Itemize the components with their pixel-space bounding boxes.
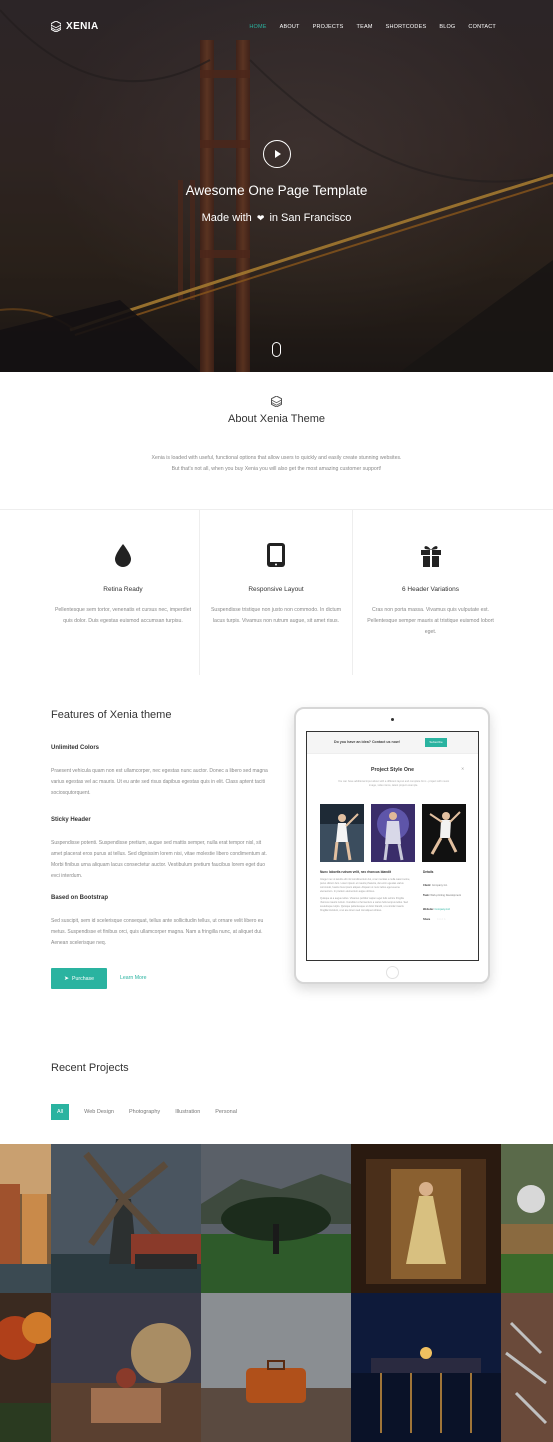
project-tile-kitten[interactable] <box>501 1144 553 1293</box>
nav-home[interactable]: HOME <box>249 24 266 30</box>
send-icon: ➤ <box>64 976 70 982</box>
brand-name: XENIA <box>66 21 99 32</box>
feature-title: 6 Header Variations <box>402 586 459 593</box>
tablet-icon <box>267 543 285 567</box>
tablet-photo-tennis <box>320 804 364 862</box>
project-tile-fashion[interactable] <box>351 1144 501 1293</box>
project-tile-windmill[interactable] <box>51 1144 201 1293</box>
feature-item-text: Sed suscipit, sem id scelerisque consequ… <box>51 918 264 946</box>
share-label: Share <box>423 918 431 921</box>
tablet-project-sub: You can have additional input about with… <box>337 780 450 787</box>
gift-icon <box>420 546 441 567</box>
feature-item-text: Praesent vehicula quam non est ullamcorp… <box>51 768 268 796</box>
project-filters: All Web Design Photography Illustration … <box>51 1104 237 1120</box>
tablet-bar-text: Do you have an idea? Contact us now! <box>334 740 400 744</box>
filter-web-design[interactable]: Web Design <box>84 1109 114 1115</box>
tablet-mockup: Do you have an idea? Contact us now! Sub… <box>294 707 490 984</box>
hero-section: XENIA HOME ABOUT PROJECTS TEAM SHORTCODE… <box>0 0 553 372</box>
tablet-bar-button: Subscribe <box>425 738 447 747</box>
hero-title: Awesome One Page Template <box>185 183 368 198</box>
about-line-2: But that's not all, when you buy Xenia y… <box>171 466 382 472</box>
feature-title: Retina Ready <box>103 586 143 593</box>
scroll-down-icon[interactable] <box>272 342 281 357</box>
tablet-share: Share ○ ○ ○ ○ <box>423 918 445 921</box>
brand-logo[interactable]: XENIA <box>51 21 99 32</box>
heart-icon: ❤ <box>256 213 265 223</box>
feature-retina: Retina Ready Pellentesque sem tortor, ve… <box>47 510 200 675</box>
feature-item-title: Unlimited Colors <box>51 745 100 751</box>
hero-subtitle-after: in San Francisco <box>269 212 352 224</box>
detail-label: Client: <box>423 884 432 887</box>
hero-subtitle: Made with ❤ in San Francisco <box>0 212 553 224</box>
tablet-photo-jump <box>422 804 466 862</box>
nav-team[interactable]: TEAM <box>357 24 373 30</box>
filter-illustration[interactable]: Illustration <box>175 1109 200 1115</box>
nav-projects[interactable]: PROJECTS <box>313 24 344 30</box>
main-menu: HOME ABOUT PROJECTS TEAM SHORTCODES BLOG… <box>249 24 496 30</box>
about-line-1: Xenia is loaded with useful, functional … <box>151 455 402 461</box>
nav-shortcodes[interactable]: SHORTCODES <box>386 24 427 30</box>
tablet-desc-2: Quisque at a augue tellus. Vivamus portt… <box>320 897 408 912</box>
detail-label: Task: <box>423 894 430 897</box>
project-tile-suitcase[interactable] <box>201 1293 351 1442</box>
social-icons: ○ ○ ○ ○ <box>436 918 446 921</box>
hero-subtitle-before: Made with <box>201 212 252 224</box>
tablet-detail-client: Client: Company Inc. <box>423 884 448 887</box>
project-tile-canal[interactable] <box>0 1144 51 1293</box>
projects-grid <box>0 1144 553 1442</box>
tablet-photo-dancer <box>371 804 415 862</box>
tablet-project-title: Project Style One <box>371 767 414 773</box>
project-tile-pier[interactable] <box>351 1293 501 1442</box>
tablet-screen: Do you have an idea? Contact us now! Sub… <box>306 731 479 961</box>
feature-title: Responsive Layout <box>248 586 304 593</box>
project-tile-clips[interactable] <box>501 1293 553 1442</box>
purchase-button[interactable]: ➤ Purchase <box>51 968 107 989</box>
filter-photography[interactable]: Photography <box>129 1109 160 1115</box>
filter-personal[interactable]: Personal <box>215 1109 237 1115</box>
feature-item-text: Suspendisse potenti. Suspendisse pretium… <box>51 840 267 879</box>
logo-icon <box>51 21 61 32</box>
feature-item-title: Based on Bootstrap <box>51 895 109 901</box>
tablet-camera <box>391 718 394 721</box>
tablet-details-title: Details <box>423 870 434 874</box>
feature-item-title: Sticky Header <box>51 817 91 823</box>
detail-value: Company.Ltd <box>434 908 450 911</box>
learn-more-link[interactable]: Learn More <box>120 975 147 981</box>
close-icon: ✕ <box>461 766 465 771</box>
play-video-button[interactable] <box>263 140 291 168</box>
tablet-project-name: Nunc lobortis rutrum velit, nec rhoncus … <box>320 870 392 874</box>
feature-responsive: Responsive Layout Suspendisse tristique … <box>200 510 353 675</box>
feature-text: Pellentesque sem tortor, venenatis et cu… <box>54 607 192 624</box>
feature-text: Suspendisse tristique non justo non comm… <box>210 607 342 624</box>
filter-all[interactable]: All <box>51 1104 70 1120</box>
tablet-detail-task: Task: Web-printing Development <box>423 894 471 897</box>
tablet-home-button <box>386 966 399 979</box>
detail-value: Company Inc. <box>431 884 448 887</box>
tablet-contact-bar: Do you have an idea? Contact us now! Sub… <box>307 732 478 754</box>
xenia-cube-icon <box>271 396 282 407</box>
features-title: Features of Xenia theme <box>51 709 172 721</box>
navbar: XENIA HOME ABOUT PROJECTS TEAM SHORTCODE… <box>0 0 553 56</box>
nav-blog[interactable]: BLOG <box>439 24 455 30</box>
drop-icon <box>115 544 131 567</box>
about-title: About Xenia Theme <box>227 413 326 425</box>
project-tile-books[interactable] <box>51 1293 201 1442</box>
tablet-desc-1: Integer nec ut iaculis elit nisl condime… <box>320 878 411 893</box>
tablet-detail-website: Website: Company.Ltd <box>423 908 450 911</box>
detail-value: Web-printing Development <box>430 894 461 897</box>
feature-headers: 6 Header Variations Cras non porta massa… <box>354 510 507 675</box>
detail-label: Website: <box>423 908 434 911</box>
nav-about[interactable]: ABOUT <box>280 24 300 30</box>
purchase-label: Purchase <box>72 975 94 982</box>
feature-text: Cras non porta massa. Vivamus quis vulpu… <box>367 607 494 635</box>
project-tile-autumn[interactable] <box>0 1293 51 1442</box>
project-tile-tree[interactable] <box>201 1144 351 1293</box>
nav-contact[interactable]: CONTACT <box>468 24 496 30</box>
about-text: Xenia is loaded with useful, functional … <box>100 453 453 475</box>
tablet-project-desc: Integer nec ut iaculis elit nisl condime… <box>320 878 412 913</box>
projects-title: Recent Projects <box>51 1062 129 1074</box>
